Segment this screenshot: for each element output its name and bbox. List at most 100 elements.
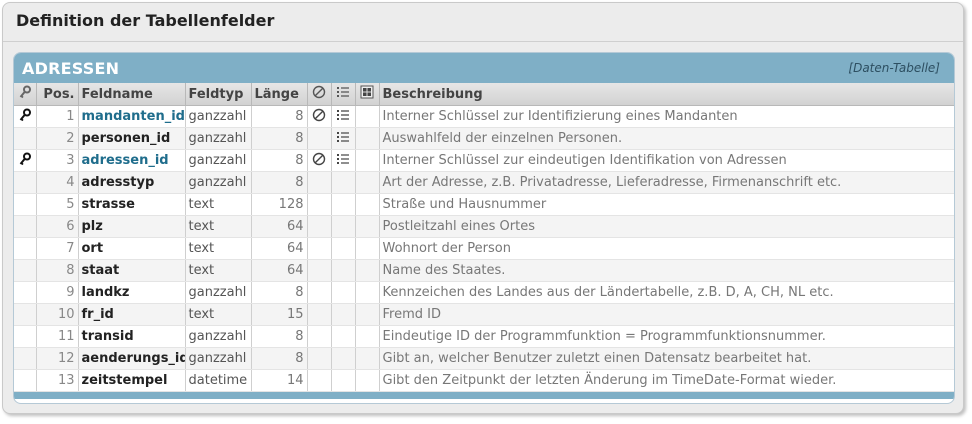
pos-cell: 9 <box>36 281 79 304</box>
description-cell: Name des Staates. <box>379 259 954 282</box>
definition-panel: Definition der Tabellenfelder ADRESSEN [… <box>2 2 964 414</box>
fieldname-cell: adressen_id <box>78 149 186 172</box>
col-description[interactable]: Beschreibung <box>379 83 954 106</box>
auto-cell <box>355 325 380 348</box>
key-cell <box>14 149 37 172</box>
key-cell <box>14 259 37 282</box>
notnull-cell <box>307 259 332 282</box>
fieldtype-cell: text <box>185 215 252 238</box>
length-cell: 128 <box>251 193 308 216</box>
auto-cell <box>355 281 380 304</box>
description-cell: Gibt den Zeitpunkt der letzten Änderung … <box>379 369 954 392</box>
key-cell <box>14 347 37 370</box>
pos-cell: 11 <box>36 325 79 348</box>
index-cell <box>331 347 356 370</box>
table-row[interactable]: 6 plz text 64 Postleitzahl eines Ortes <box>14 215 954 238</box>
index-cell <box>331 149 356 172</box>
description-cell: Fremd ID <box>379 303 954 326</box>
fieldtype-cell: text <box>185 237 252 260</box>
fieldtype-cell: ganzzahl <box>185 171 252 194</box>
fieldtype-cell: ganzzahl <box>185 105 252 128</box>
index-cell <box>331 281 356 304</box>
notnull-cell <box>307 127 332 150</box>
index-cell <box>331 193 356 216</box>
notnull-cell <box>307 369 332 392</box>
no-entry-icon <box>312 152 326 165</box>
key-cell <box>14 171 37 194</box>
list-icon <box>337 109 349 120</box>
col-fieldname[interactable]: Feldname <box>78 83 186 106</box>
col-key[interactable] <box>14 83 37 106</box>
title-divider <box>3 41 963 42</box>
table-row[interactable]: 13 zeitstempel datetime 14 Gibt den Zeit… <box>14 369 954 392</box>
key-icon <box>19 152 31 165</box>
index-cell <box>331 127 356 150</box>
index-cell <box>331 259 356 282</box>
fieldname-cell: adresstyp <box>78 171 186 194</box>
description-cell: Interner Schlüssel zur Identifizierung e… <box>379 105 954 128</box>
list-icon <box>337 153 349 164</box>
fieldtype-cell: ganzzahl <box>185 127 252 150</box>
table-row[interactable]: 7 ort text 64 Wohnort der Person <box>14 237 954 260</box>
table-row[interactable]: 1 mandanten_id ganzzahl 8 Interner Schlü… <box>14 105 954 128</box>
table-row[interactable]: 11 transid ganzzahl 8 Eindeutige ID der … <box>14 325 954 348</box>
index-cell <box>331 303 356 326</box>
table-row[interactable]: 3 adressen_id ganzzahl 8 Interner Schlüs… <box>14 149 954 172</box>
index-cell <box>331 171 356 194</box>
col-index[interactable] <box>331 83 356 106</box>
table-card: ADRESSEN [Daten-Tabelle] Pos. Feldname F… <box>13 52 955 404</box>
description-cell: Interner Schlüssel zur eindeutigen Ident… <box>379 149 954 172</box>
table-header-bar: ADRESSEN [Daten-Tabelle] <box>14 53 954 83</box>
fieldname-cell: plz <box>78 215 186 238</box>
key-cell <box>14 369 37 392</box>
index-cell <box>331 325 356 348</box>
key-cell <box>14 105 37 128</box>
notnull-cell <box>307 325 332 348</box>
table-row[interactable]: 4 adresstyp ganzzahl 8 Art der Adresse, … <box>14 171 954 194</box>
key-cell <box>14 193 37 216</box>
col-pos[interactable]: Pos. <box>36 83 79 106</box>
table-row[interactable]: 12 aenderungs_id ganzzahl 8 Gibt an, wel… <box>14 347 954 370</box>
notnull-cell <box>307 347 332 370</box>
length-cell: 8 <box>251 325 308 348</box>
grid-icon <box>360 85 374 99</box>
table-type-label: [Daten-Tabelle] <box>848 61 940 75</box>
fieldname-cell: ort <box>78 237 186 260</box>
col-auto[interactable] <box>355 83 380 106</box>
key-cell <box>14 281 37 304</box>
pos-cell: 2 <box>36 127 79 150</box>
table-row[interactable]: 9 landkz ganzzahl 8 Kennzeichen des Land… <box>14 281 954 304</box>
fieldname-cell: mandanten_id <box>78 105 186 128</box>
pos-cell: 1 <box>36 105 79 128</box>
description-cell: Postleitzahl eines Ortes <box>379 215 954 238</box>
notnull-cell <box>307 303 332 326</box>
pos-cell: 6 <box>36 215 79 238</box>
pos-cell: 12 <box>36 347 79 370</box>
auto-cell <box>355 347 380 370</box>
notnull-cell <box>307 237 332 260</box>
key-cell <box>14 127 37 150</box>
col-notnull[interactable] <box>307 83 332 106</box>
table-row[interactable]: 2 personen_id ganzzahl 8 Auswahlfeld der… <box>14 127 954 150</box>
length-cell: 15 <box>251 303 308 326</box>
key-cell <box>14 303 37 326</box>
col-fieldtype[interactable]: Feldtyp <box>185 83 252 106</box>
pos-cell: 10 <box>36 303 79 326</box>
fieldname-cell: aenderungs_id <box>78 347 186 370</box>
description-cell: Eindeutige ID der Programmfunktion = Pro… <box>379 325 954 348</box>
table-row[interactable]: 8 staat text 64 Name des Staates. <box>14 259 954 282</box>
no-entry-icon <box>312 108 326 121</box>
length-cell: 8 <box>251 127 308 150</box>
key-cell <box>14 237 37 260</box>
length-cell: 8 <box>251 149 308 172</box>
length-cell: 8 <box>251 171 308 194</box>
table-name: ADRESSEN <box>22 59 120 78</box>
table-row[interactable]: 10 fr_id text 15 Fremd ID <box>14 303 954 326</box>
auto-cell <box>355 215 380 238</box>
no-entry-icon <box>312 85 326 99</box>
index-cell <box>331 369 356 392</box>
table-row[interactable]: 5 strasse text 128 Straße und Hausnummer <box>14 193 954 216</box>
col-length[interactable]: Länge <box>251 83 308 106</box>
fieldname-cell: landkz <box>78 281 186 304</box>
field-table: Pos. Feldname Feldtyp Länge Beschreibung… <box>14 83 954 392</box>
